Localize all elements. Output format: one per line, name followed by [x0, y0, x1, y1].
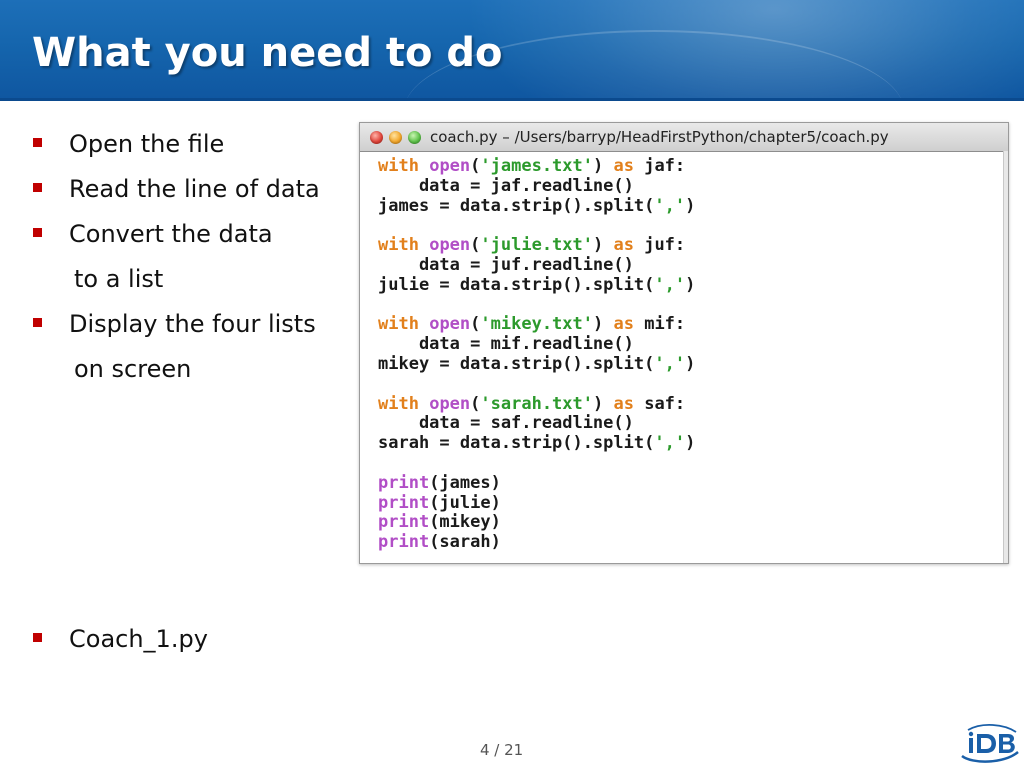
zoom-window-icon[interactable] — [408, 131, 421, 144]
code-line: sarah = data.strip().split(',') — [378, 433, 696, 454]
code-editor-window: coach.py – /Users/barryp/HeadFirstPython… — [359, 122, 1009, 564]
code-line: print(julie) — [378, 492, 501, 513]
slide-title: What you need to do — [32, 30, 503, 76]
code-line: with open('julie.txt') as juf: — [378, 235, 686, 256]
bullet-continuation: to a list — [74, 265, 164, 293]
bullet-continuation: on screen — [74, 355, 192, 383]
bullet-text: Open the file — [69, 130, 225, 158]
code-line: print(mikey) — [378, 512, 501, 533]
code-line: with open('mikey.txt') as mif: — [378, 314, 686, 335]
code-line: data = juf.readline() — [378, 254, 634, 275]
code-line: data = mif.readline() — [378, 334, 634, 355]
bullet-marker-icon — [33, 138, 42, 147]
code-line: print(james) — [378, 472, 501, 493]
code-line: james = data.strip().split(',') — [378, 195, 696, 216]
window-title: coach.py – /Users/barryp/HeadFirstPython… — [430, 128, 889, 146]
code-line: print(sarah) — [378, 532, 501, 553]
bullet-text: Read the line of data — [69, 175, 320, 203]
code-line: mikey = data.strip().split(',') — [378, 353, 696, 374]
slide: What you need to do Open the file Read t… — [0, 0, 1024, 768]
close-window-icon[interactable] — [370, 131, 383, 144]
bullet-text: Coach_1.py — [69, 625, 208, 653]
bullet-text: Display the four lists — [69, 310, 316, 338]
code-line: with open('sarah.txt') as saf: — [378, 393, 686, 414]
bullet-marker-icon — [33, 633, 42, 642]
code-line: data = jaf.readline() — [378, 175, 634, 196]
bullet-marker-icon — [33, 318, 42, 327]
idb-logo-icon — [961, 724, 1019, 763]
scrollbar[interactable] — [1003, 151, 1008, 563]
bullet-marker-icon — [33, 228, 42, 237]
code-text-area[interactable]: with open('james.txt') as jaf: data = ja… — [378, 156, 696, 553]
page-number: 4 / 21 — [480, 741, 524, 759]
code-line: julie = data.strip().split(',') — [378, 274, 696, 295]
title-band: What you need to do — [0, 0, 1024, 101]
code-line: data = saf.readline() — [378, 413, 634, 434]
bullet-marker-icon — [33, 183, 42, 192]
code-line: with open('james.txt') as jaf: — [378, 156, 686, 176]
window-titlebar[interactable]: coach.py – /Users/barryp/HeadFirstPython… — [360, 123, 1008, 152]
bullet-text: Convert the data — [69, 220, 273, 248]
minimize-window-icon[interactable] — [389, 131, 402, 144]
